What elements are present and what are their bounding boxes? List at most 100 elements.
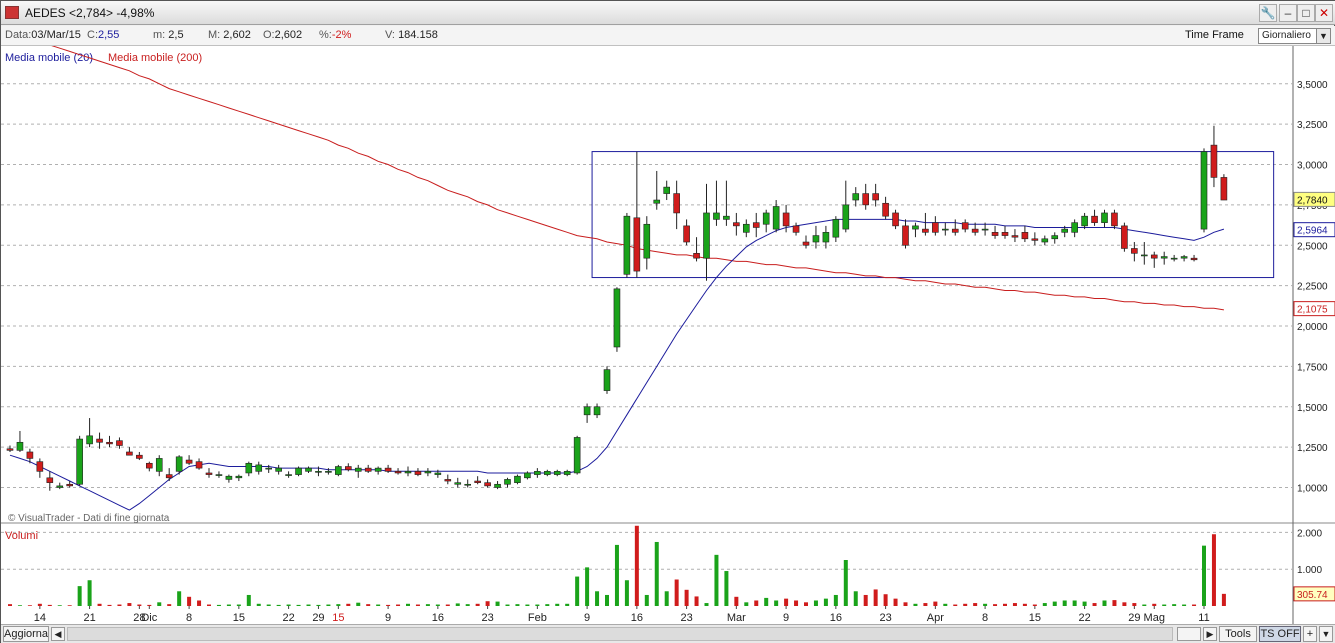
candle-body (484, 482, 491, 487)
time-frame-select[interactable]: Giornaliero ▼ (1258, 28, 1331, 44)
volume-bar (216, 604, 221, 606)
maximize-button[interactable]: □ (1297, 4, 1315, 22)
ma200-badge: 2,1075 (1297, 305, 1328, 316)
x-tick-label: 14 (34, 612, 46, 624)
candle-body (1180, 256, 1188, 259)
price-badge: 2,7840 (1297, 195, 1328, 206)
ts-toggle-button[interactable]: TS OFF (1259, 626, 1301, 642)
volume-bar (475, 603, 480, 606)
volume-bar (276, 604, 281, 606)
volume-bar (794, 600, 799, 606)
chevron-down-icon[interactable]: ▼ (1316, 29, 1330, 43)
volume-bar (1112, 600, 1117, 606)
refresh-button[interactable]: Aggiorna (3, 626, 49, 642)
price-chart[interactable]: 1,0000 1,2500 1,5000 1,7500 2,0000 2,2500 2,50… (1, 31, 1335, 624)
volume-bar (316, 604, 321, 606)
zoom-in-button[interactable]: + (1303, 626, 1317, 642)
wrench-icon[interactable]: 🔧 (1259, 4, 1277, 22)
x-tick-label: 8 (982, 612, 988, 624)
volume-bar (1072, 600, 1077, 606)
volume-bar (704, 603, 709, 606)
candle-body (1210, 144, 1218, 178)
price-tick-label: 1,0000 (1297, 484, 1328, 495)
x-tick-label: Dic (141, 612, 157, 624)
volume-bar (1152, 603, 1157, 606)
volume-bar (545, 604, 550, 606)
volume-bar (266, 604, 271, 606)
close-button[interactable]: ✕ (1315, 4, 1333, 22)
volume-bar (137, 604, 142, 606)
scroll-right-button[interactable]: ▶ (1203, 627, 1217, 641)
candle-body (1041, 238, 1049, 243)
volume-bar (983, 603, 988, 606)
volume-bar (37, 603, 42, 606)
volume-field: V: 184.158 (385, 29, 438, 41)
volume-bar (167, 604, 172, 606)
chart-window: AEDES <2,784> -4,98% 🔧 – □ ✕ Data:03/Mar… (0, 0, 1335, 643)
volume-bar (1172, 604, 1177, 606)
candle-body (265, 467, 273, 470)
candle-body (56, 485, 64, 488)
candle-body (46, 477, 54, 483)
candle-body (16, 441, 24, 451)
volume-bar (306, 604, 311, 606)
volume-bar (415, 604, 420, 606)
volume-bar (465, 604, 470, 606)
candle-body (354, 467, 362, 472)
price-tick-label: 3,0000 (1297, 161, 1328, 172)
volume-bar (973, 603, 978, 606)
candle-body (842, 204, 850, 230)
volume-bar (1162, 604, 1167, 606)
min-field: m: 2,5 (153, 29, 184, 41)
x-tick-label: 15 (233, 612, 245, 624)
x-tick-label: 16 (432, 612, 444, 624)
horizontal-scrollbar[interactable] (67, 627, 1173, 641)
volume-bar (157, 602, 162, 606)
candle-body (862, 193, 870, 206)
volume-badge: 305.74 (1297, 590, 1328, 601)
candle-body (245, 462, 253, 474)
info-bar: Data:03/Mar/15 C:2,55 m: 2,5 M: 2,602 O:… (1, 26, 1335, 46)
price-tick-label: 2,2500 (1297, 282, 1328, 293)
candle-body (136, 454, 143, 459)
tools-button[interactable]: Tools (1219, 626, 1257, 642)
volume-bar (107, 604, 112, 606)
x-tick-label: 23 (879, 612, 891, 624)
candle-body (305, 467, 312, 472)
volume-bar (376, 604, 381, 606)
candle-body (1190, 257, 1198, 261)
volume-bar (396, 604, 401, 606)
chart-area[interactable]: 1,0000 1,2500 1,5000 1,7500 2,0000 2,2500 2,50… (1, 31, 1335, 624)
volume-bar (505, 604, 510, 606)
volume-bar (724, 571, 729, 606)
volume-bar (207, 604, 211, 606)
candle-body (762, 212, 770, 225)
candle-body (1001, 232, 1009, 236)
volume-bar (913, 603, 918, 606)
volume-bar (67, 605, 72, 606)
scrollbar-thumb[interactable] (1177, 627, 1201, 641)
volume-bar (744, 602, 749, 606)
volume-bar (1022, 603, 1027, 606)
volume-bar (386, 604, 391, 606)
volume-bar (953, 604, 958, 606)
volume-bar (1042, 603, 1047, 606)
candle-body (902, 225, 909, 246)
scroll-left-button[interactable]: ◀ (51, 627, 65, 641)
volume-bar (804, 602, 808, 606)
candle-body (553, 471, 561, 475)
candle-body (593, 406, 601, 416)
candle-body (474, 480, 481, 483)
volume-bar (97, 603, 102, 606)
candle-body (912, 225, 919, 230)
volume-bar (1122, 602, 1127, 606)
minimize-button[interactable]: – (1279, 4, 1297, 22)
candle-body (364, 467, 372, 472)
volume-bar (575, 576, 580, 606)
candle-body (146, 462, 153, 469)
x-tick-label: 29 (1128, 612, 1140, 624)
candle-body (981, 228, 989, 231)
menu-button[interactable]: ▼ (1319, 626, 1333, 642)
price-tick-label: 2,5000 (1297, 241, 1328, 252)
candle-body (235, 475, 243, 479)
